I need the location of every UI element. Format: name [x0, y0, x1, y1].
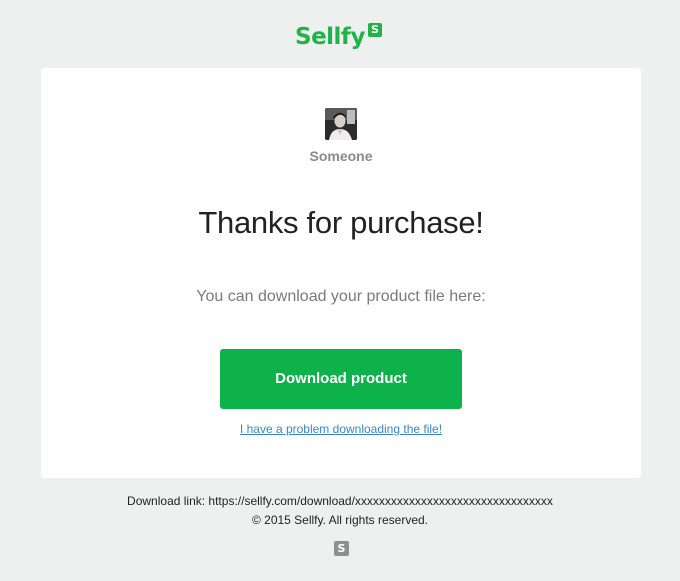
- purchase-card: Someone Thanks for purchase! You can dow…: [41, 68, 641, 478]
- footer-copyright: © 2015 Sellfy. All rights reserved.: [251, 513, 429, 527]
- page-title: Thanks for purchase!: [198, 205, 484, 240]
- seller-avatar: [325, 108, 357, 140]
- sellfy-logo[interactable]: Sellfy S: [295, 22, 382, 52]
- sellfy-badge-icon[interactable]: S: [334, 541, 349, 556]
- logo-badge-icon: S: [367, 23, 382, 37]
- footer-download-link[interactable]: Download link: https://sellfy.com/downlo…: [0, 494, 680, 508]
- email-header: Sellfy S: [0, 0, 680, 68]
- download-product-button[interactable]: Download product: [220, 349, 462, 409]
- user-photo-icon: [325, 108, 357, 140]
- problem-downloading-link[interactable]: I have a problem downloading the file!: [41, 422, 641, 436]
- download-instructions: You can download your product file here:: [196, 288, 486, 305]
- logo-wordmark: Sellfy: [295, 24, 365, 50]
- seller-name: Someone: [309, 148, 373, 164]
